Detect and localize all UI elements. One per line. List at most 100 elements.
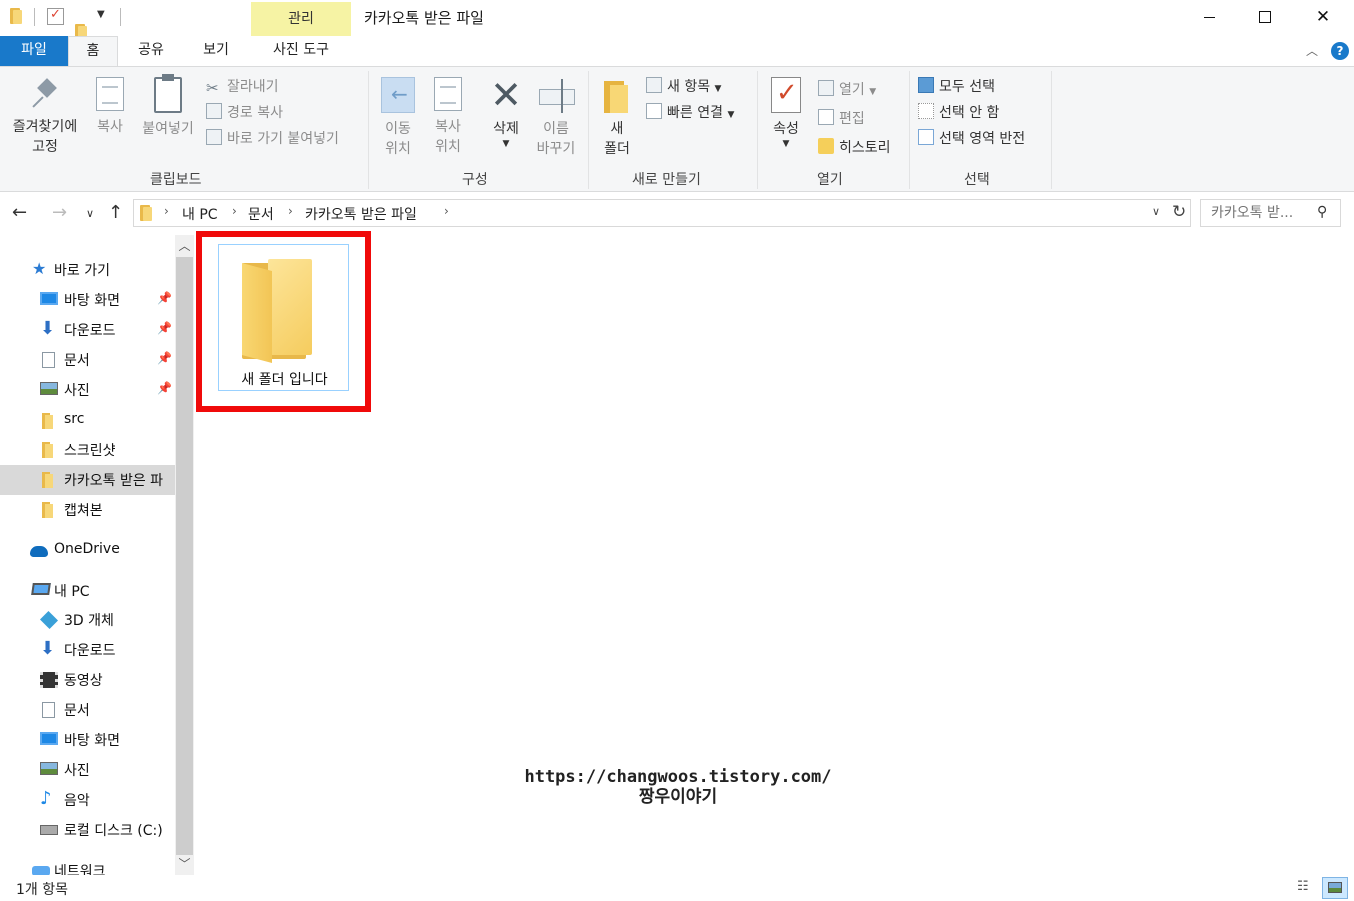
breadcrumb-chevron-icon[interactable]: ›	[288, 204, 293, 218]
scroll-thumb[interactable]	[176, 257, 193, 855]
invert-selection-button[interactable]: 선택 영역 반전	[918, 128, 1025, 148]
nav-item-screenshots[interactable]: 스크린샷	[0, 435, 175, 465]
video-icon	[40, 672, 58, 688]
nav-label: 다운로드	[64, 323, 116, 339]
pin-icon[interactable]: 📌	[157, 291, 172, 305]
refresh-button[interactable]: ↻	[1172, 202, 1186, 222]
breadcrumb-chevron-icon[interactable]: ›	[444, 204, 449, 218]
nav-pc-pictures[interactable]: 사진	[0, 755, 175, 785]
easy-access-button[interactable]: 빠른 연결 ▼	[646, 102, 734, 122]
nav-item-pictures[interactable]: 사진 📌	[0, 375, 175, 405]
pin-icon[interactable]: 📌	[157, 321, 172, 335]
select-none-button[interactable]: 선택 안 함	[918, 102, 999, 122]
nav-pc-3d-objects[interactable]: 3D 개체	[0, 605, 175, 635]
move-to-button[interactable]: 이동 위치	[376, 77, 420, 159]
nav-network[interactable]: 네트워크	[0, 856, 175, 875]
pin-icon[interactable]: 📌	[157, 351, 172, 365]
close-button[interactable]: ✕	[1294, 0, 1352, 34]
pin-to-quick-access-button[interactable]: 즐겨찾기에 고정	[6, 77, 84, 157]
invert-selection-label: 선택 영역 반전	[939, 131, 1026, 147]
paste-shortcut-button[interactable]: 바로 가기 붙여넣기	[206, 128, 339, 148]
copy-button[interactable]: 복사	[90, 77, 130, 137]
folder-item[interactable]: 새 폴더 입니다	[218, 244, 349, 391]
context-tab-manage[interactable]: 관리	[251, 2, 351, 36]
ribbon-collapse-icon[interactable]: ︿	[1306, 42, 1318, 59]
nav-scrollbar[interactable]: ︿ ﹀	[175, 235, 194, 875]
back-button[interactable]: ←	[12, 202, 27, 223]
forward-button[interactable]: →	[52, 202, 67, 223]
address-box[interactable]: › 내 PC › 문서 › 카카오톡 받은 파일 › ∨ ↻	[133, 199, 1191, 227]
help-icon[interactable]: ?	[1331, 42, 1349, 60]
delete-label: 삭제	[493, 121, 519, 137]
recent-locations-icon[interactable]: ∨	[86, 207, 94, 220]
nav-label: src	[64, 411, 85, 427]
search-input[interactable]	[1211, 205, 1307, 221]
properties-icon	[771, 77, 801, 113]
breadcrumb-chevron-icon[interactable]: ›	[164, 204, 169, 218]
pin-icon[interactable]: 📌	[157, 381, 172, 395]
scroll-up-icon[interactable]: ︿	[175, 237, 194, 254]
nav-this-pc[interactable]: 내 PC	[0, 576, 175, 606]
paste-button[interactable]: 붙여넣기	[136, 74, 200, 139]
select-all-icon	[918, 77, 934, 93]
delete-dropdown-icon: ▼	[502, 139, 510, 149]
rename-label: 이름 바꾸기	[536, 121, 576, 157]
maximize-button[interactable]	[1236, 0, 1294, 34]
easy-access-icon	[646, 103, 662, 119]
properties-quick-icon[interactable]	[47, 7, 64, 25]
open-icon	[818, 80, 834, 96]
breadcrumb-documents[interactable]: 문서	[248, 204, 274, 224]
breadcrumb-kakaotalk[interactable]: 카카오톡 받은 파일	[305, 204, 417, 224]
rename-button[interactable]: 이름 바꾸기	[532, 77, 580, 159]
tab-home[interactable]: 홈	[68, 36, 118, 67]
desktop-icon	[40, 292, 58, 305]
copy-path-button[interactable]: 경로 복사	[206, 102, 283, 122]
nav-pc-downloads[interactable]: ⬇ 다운로드	[0, 635, 175, 665]
nav-item-desktop[interactable]: 바탕 화면 📌	[0, 285, 175, 315]
folder-icon	[42, 472, 60, 488]
nav-onedrive[interactable]: OneDrive	[0, 536, 175, 566]
tab-share[interactable]: 공유	[125, 36, 177, 66]
tab-picture-tools[interactable]: 사진 도구	[253, 36, 349, 66]
scroll-down-icon[interactable]: ﹀	[175, 855, 194, 872]
details-view-icon[interactable]: ☷	[1297, 879, 1317, 897]
nav-pc-documents[interactable]: 문서	[0, 695, 175, 725]
group-separator	[1051, 71, 1052, 189]
up-button[interactable]: ↑	[108, 202, 123, 223]
delete-button[interactable]: ✕ 삭제 ▼	[486, 76, 526, 149]
nav-item-src[interactable]: src	[0, 406, 175, 436]
minimize-button[interactable]	[1180, 0, 1238, 34]
new-item-button[interactable]: 새 항목 ▼	[646, 76, 721, 96]
new-item-dropdown-icon: ▼	[714, 84, 722, 94]
file-list[interactable]: 새 폴더 입니다 https://changwoos.tistory.com/ …	[196, 231, 1354, 875]
watermark-url: https://changwoos.tistory.com/	[524, 767, 832, 787]
large-icons-view-button[interactable]	[1322, 877, 1348, 899]
nav-quick-access[interactable]: ★ 바로 가기	[0, 255, 175, 285]
nav-pc-music[interactable]: ♪ 음악	[0, 785, 175, 815]
watermark-text: 짱우이야기	[638, 787, 718, 807]
new-folder-button[interactable]: 새 폴더	[598, 77, 636, 159]
breadcrumb-this-pc[interactable]: 내 PC	[182, 204, 218, 224]
properties-button[interactable]: 속성 ▼	[766, 77, 806, 149]
search-box[interactable]: ⚲	[1200, 199, 1341, 227]
address-dropdown-icon[interactable]: ∨	[1152, 205, 1160, 218]
customize-quick-access-icon[interactable]: ▼	[97, 9, 105, 20]
select-all-button[interactable]: 모두 선택	[918, 76, 995, 96]
cut-button[interactable]: ✂ 잘라내기	[206, 76, 279, 97]
nav-item-documents[interactable]: 문서 📌	[0, 345, 175, 375]
nav-item-downloads[interactable]: ⬇ 다운로드 📌	[0, 315, 175, 345]
open-button[interactable]: 열기 ▼	[818, 79, 876, 99]
tab-file[interactable]: 파일	[0, 36, 68, 66]
copy-to-button[interactable]: 복사 위치	[426, 77, 470, 157]
nav-item-kakaotalk[interactable]: 카카오톡 받은 파	[0, 465, 175, 495]
edit-button[interactable]: 편집	[818, 108, 865, 128]
nav-item-captures[interactable]: 캡쳐본	[0, 495, 175, 525]
breadcrumb-chevron-icon[interactable]: ›	[232, 204, 237, 218]
3d-objects-icon	[39, 610, 59, 630]
history-button[interactable]: 히스토리	[818, 137, 891, 157]
tab-view[interactable]: 보기	[185, 36, 247, 66]
nav-pc-desktop[interactable]: 바탕 화면	[0, 725, 175, 755]
nav-pc-videos[interactable]: 동영상	[0, 665, 175, 695]
open-label: 열기	[839, 82, 865, 98]
nav-pc-local-disk[interactable]: 로컬 디스크 (C:)	[0, 815, 175, 845]
